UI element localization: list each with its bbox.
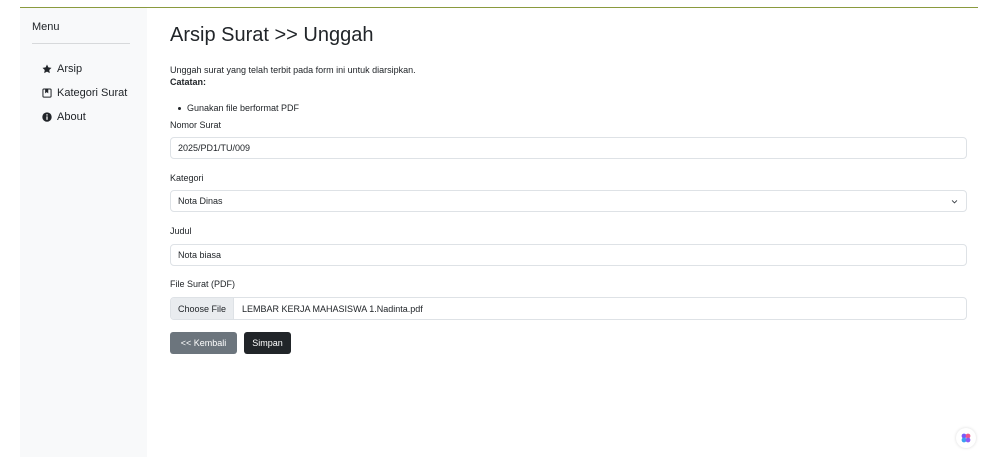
note-title: Catatan: (170, 77, 207, 87)
page-title: Arsip Surat >> Unggah (170, 24, 374, 46)
sidebar-divider (32, 43, 130, 44)
kategori-select[interactable]: Nota Dinas (170, 190, 967, 212)
sidebar-item-label: Arsip (57, 63, 83, 75)
bullet-icon (178, 106, 181, 110)
file-surat-label: File Surat (PDF) (170, 279, 236, 289)
chevron-down-icon (951, 200, 958, 204)
widget-icon (961, 433, 971, 443)
sidebar-item-label: Kategori Surat (57, 87, 128, 99)
file-name: LEMBAR KERJA MAHASISWA 1.Nadinta.pdf (242, 303, 423, 314)
nomor-surat-input[interactable]: 2025/PD1/TU/009 (170, 137, 967, 159)
judul-value: Nota biasa (178, 250, 222, 260)
save-button[interactable]: Simpan (244, 332, 291, 354)
kategori-label: Kategori (170, 173, 204, 183)
main-content: Arsip Surat >> Unggah Unggah surat yang … (170, 8, 970, 457)
judul-input[interactable]: Nota biasa (170, 244, 967, 266)
choose-file-button[interactable]: Choose File (171, 298, 235, 319)
sidebar-item-kategori-surat[interactable]: Kategori Surat (42, 85, 127, 101)
back-button[interactable]: << Kembali (170, 332, 237, 354)
page-description: Unggah surat yang telah terbit pada form… (170, 65, 416, 75)
file-input[interactable]: Choose File LEMBAR KERJA MAHASISWA 1.Nad… (170, 297, 967, 320)
sidebar-item-about[interactable]: About (42, 109, 86, 125)
bookmark-icon (42, 88, 52, 98)
sidebar-title: Menu (32, 21, 60, 33)
star-icon (42, 64, 52, 74)
info-icon (42, 112, 52, 122)
nomor-surat-label: Nomor Surat (170, 120, 222, 130)
sidebar-item-arsip[interactable]: Arsip (42, 61, 82, 77)
sidebar-item-label: About (57, 111, 86, 123)
sidebar: Menu Arsip Kategori Surat About (20, 8, 147, 457)
judul-label: Judul (170, 226, 192, 236)
floating-widget-button[interactable] (956, 428, 976, 448)
kategori-value: Nota Dinas (178, 196, 223, 206)
note-item: Gunakan file berformat PDF (178, 103, 299, 113)
note-text: Gunakan file berformat PDF (187, 103, 300, 113)
nomor-surat-value: 2025/PD1/TU/009 (178, 143, 251, 153)
